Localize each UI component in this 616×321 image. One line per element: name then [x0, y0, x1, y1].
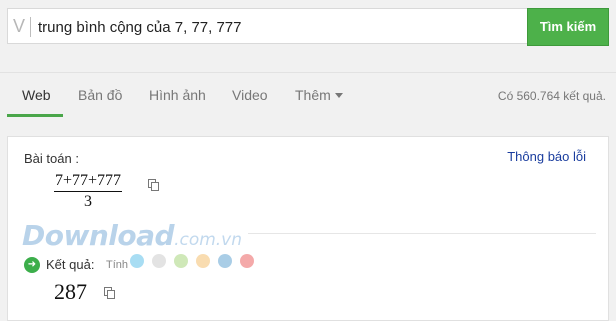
watermark-main: Download	[22, 219, 175, 252]
calculation-card: Bài toán : Thông báo lỗi 7+77+777 3 Down…	[7, 136, 609, 321]
tab-maps[interactable]: Bản đồ	[78, 87, 122, 103]
problem-fraction: 7+77+777 3	[54, 171, 123, 212]
report-error-link[interactable]: Thông báo lỗi	[507, 149, 586, 164]
search-box: V	[7, 8, 527, 44]
watermark: Download.com.vn	[22, 219, 242, 252]
answer-value: 287	[54, 279, 87, 304]
color-dot-blue[interactable]	[130, 254, 144, 268]
result-count: Có 560.764 kết quả.	[497, 89, 606, 103]
tab-more-label: Thêm	[295, 87, 331, 103]
tab-images[interactable]: Hình ảnh	[149, 87, 206, 103]
color-dot-gray[interactable]	[152, 254, 166, 268]
search-bar: V Tìm kiếm	[7, 8, 609, 46]
color-dot-steel-blue[interactable]	[218, 254, 232, 268]
active-tab-indicator	[7, 114, 63, 117]
tab-bar: Web Bản đồ Hình ảnh Video Thêm Có 560.76…	[0, 72, 616, 117]
caret-down-icon	[334, 93, 343, 98]
color-dot-orange[interactable]	[196, 254, 210, 268]
fraction-numerator: 7+77+777	[54, 171, 123, 192]
arrow-right-icon: ➜	[24, 257, 40, 273]
fraction-denominator: 3	[84, 193, 93, 210]
search-input[interactable]	[38, 15, 518, 39]
divider	[248, 233, 596, 234]
problem-label: Bài toán :	[24, 151, 79, 166]
tab-video[interactable]: Video	[232, 87, 268, 103]
copy-answer-icon[interactable]	[104, 287, 115, 299]
copy-problem-icon[interactable]	[148, 179, 159, 191]
calc-label: Tính	[106, 259, 129, 271]
search-button[interactable]: Tìm kiếm	[527, 8, 609, 46]
tab-more[interactable]: Thêm	[295, 87, 343, 103]
color-dot-green[interactable]	[174, 254, 188, 268]
result-label: Kết quả:	[46, 257, 95, 272]
tab-web[interactable]: Web	[22, 87, 51, 103]
watermark-domain: .com.vn	[174, 230, 243, 250]
logo-divider	[30, 17, 31, 37]
color-dot-pink[interactable]	[240, 254, 254, 268]
logo: V	[13, 16, 26, 36]
